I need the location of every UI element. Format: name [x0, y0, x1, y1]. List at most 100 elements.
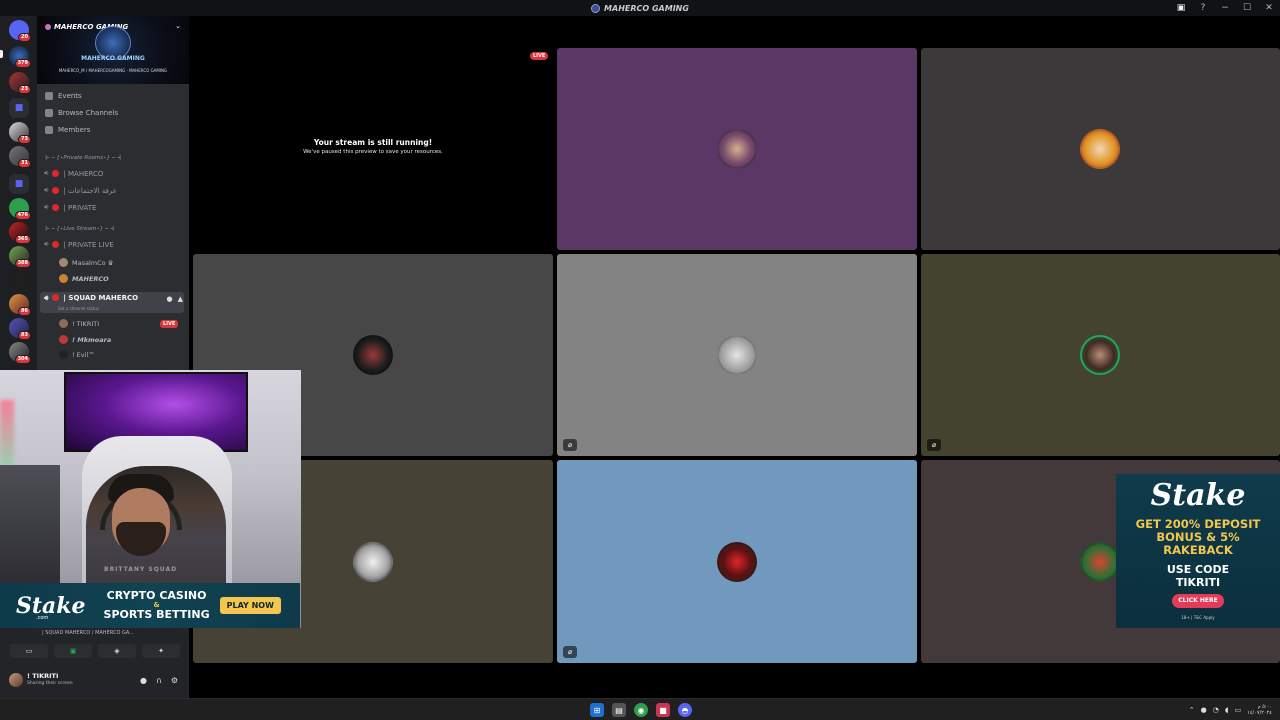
stake-promo-ad[interactable]: Stake GET 200% DEPOSIT BONUS & 5% RAKEBA…: [1116, 474, 1280, 628]
server-icon[interactable]: 365: [9, 222, 31, 244]
server-icon[interactable]: [9, 270, 29, 290]
ad-tagline: CRYPTO CASINO & SPORTS BETTING: [104, 590, 210, 621]
shirt-print: BRITTANY SQUAD: [104, 566, 178, 573]
offer-line-3: RAKEBACK: [1163, 543, 1233, 557]
title-bar: MAHERCO GAMING ▣ ? − ☐ ✕: [0, 0, 1280, 16]
chevron-up-icon[interactable]: ⌃: [1189, 706, 1195, 714]
microphone-icon[interactable]: ●: [140, 676, 147, 685]
server-icon[interactable]: 31: [9, 146, 31, 168]
participant-avatar: [717, 542, 757, 582]
chrome-icon[interactable]: ◉: [634, 703, 648, 717]
member-mkmoara[interactable]: ! Mkmoara: [59, 335, 111, 344]
participant-avatar: [353, 542, 393, 582]
server-icon[interactable]: 476: [9, 198, 31, 220]
channel-status[interactable]: Set a channel status: [58, 306, 99, 311]
rail-badge: 20: [18, 33, 31, 42]
soundboard-button[interactable]: ✦: [142, 644, 180, 658]
red-dot-icon: [52, 241, 60, 248]
category-live-stream[interactable]: ⊱ ─ {⋆Live Stream⋆} ─ ⊰: [45, 226, 115, 232]
participant-tile[interactable]: ⌀: [921, 254, 1280, 456]
server-icon[interactable]: 23: [9, 72, 31, 94]
user-avatar[interactable]: [9, 673, 23, 687]
rail-badge: 83: [18, 331, 31, 340]
minimize-button[interactable]: −: [1214, 0, 1236, 16]
server-icon[interactable]: 73: [9, 122, 31, 144]
voice-channel-private[interactable]: 🔊︎ | PRIVATE: [44, 203, 96, 212]
rail-badge: 388: [14, 259, 31, 268]
network-icon[interactable]: ◔: [1213, 706, 1219, 714]
settings-gear-icon[interactable]: ⚙: [171, 676, 178, 685]
participant-tile[interactable]: ⌀: [557, 254, 917, 456]
shelf: [0, 465, 60, 595]
folder-icon[interactable]: ■: [9, 98, 29, 118]
channel-label: | غرفة الاجتماعات: [63, 186, 117, 195]
mic-icon[interactable]: ●: [1201, 706, 1207, 714]
add-member-icon[interactable]: ▲: [178, 295, 183, 303]
user-info[interactable]: ! TIKRITI Sharing their screen: [27, 673, 73, 687]
inbox-icon[interactable]: ▣: [1170, 0, 1192, 16]
server-icon[interactable]: 83: [9, 318, 31, 340]
file-explorer-icon[interactable]: ▤: [612, 703, 626, 717]
avatar: [59, 258, 68, 267]
participant-avatar: [717, 335, 757, 375]
channel-actions: ● ▲: [167, 295, 184, 303]
participant-tile[interactable]: ⌀: [557, 460, 917, 663]
direct-messages-icon[interactable]: 20: [9, 20, 31, 42]
clock[interactable]: ٥:٠٠ م ١٤/٠٧/٢٠٢٤: [1247, 704, 1272, 716]
avatar: [59, 335, 68, 344]
member-evil[interactable]: ! Evil™: [59, 350, 95, 359]
rail-badge: 73: [18, 135, 31, 144]
rail-badge: 365: [14, 235, 31, 244]
camera-button[interactable]: ▭: [10, 644, 48, 658]
category-private-rooms[interactable]: ⊱ ─ {⋆Private Rooms⋆} ─ ⊰: [45, 155, 122, 161]
streaming-app-icon[interactable]: ■: [656, 703, 670, 717]
red-dot-icon: [52, 294, 60, 301]
chat-icon[interactable]: ●: [167, 295, 173, 303]
voice-connection-panel: | SQUAD MAHERCO / MAHERCO GA... ▭ ▣ ◈ ✦ …: [0, 628, 189, 698]
member-maherco[interactable]: MAHERCO: [59, 274, 109, 283]
server-icon[interactable]: 304: [9, 342, 31, 364]
headphones-icon[interactable]: ∩: [156, 676, 162, 685]
help-icon[interactable]: ?: [1192, 0, 1214, 16]
channel-sidebar: MAHERCO GAMING ⌄ MAHERCO GAMING MAHERCO_…: [37, 16, 189, 372]
voice-channel-maherco[interactable]: 🔊︎ | MAHERCO: [44, 169, 103, 178]
maximize-button[interactable]: ☐: [1236, 0, 1258, 16]
server-icon[interactable]: 86: [9, 294, 31, 316]
server-rail: 20 379 23 ■ 73 31 ■ 476 365 388 86 83 30…: [0, 16, 37, 376]
voice-channel-link[interactable]: | SQUAD MAHERCO / MAHERCO GA...: [42, 630, 134, 636]
members-link[interactable]: Members: [45, 126, 90, 134]
member-name: ! Evil™: [72, 350, 95, 359]
muted-mic-icon: ⌀: [927, 439, 941, 451]
volume-icon[interactable]: ◖: [1225, 706, 1229, 714]
play-now-button[interactable]: PLAY NOW: [219, 597, 281, 614]
muted-mic-icon: ⌀: [563, 439, 577, 451]
folder-icon[interactable]: ■: [9, 174, 29, 194]
red-dot-icon: [52, 170, 60, 177]
member-tikriti[interactable]: ! TIKRITI: [59, 319, 99, 328]
participant-tile[interactable]: [557, 48, 917, 250]
code-value: TIKRITI: [1175, 576, 1221, 589]
avatar: [59, 274, 68, 283]
chevron-down-icon[interactable]: ⌄: [175, 22, 181, 30]
click-here-button[interactable]: CLICK HERE: [1172, 594, 1224, 608]
participant-avatar: [717, 129, 757, 169]
server-icon-maherco[interactable]: 379: [9, 46, 31, 68]
discord-icon[interactable]: ◓: [678, 703, 692, 717]
participant-avatar: [1080, 129, 1120, 169]
promo-code: USE CODE TIKRITI: [1116, 563, 1280, 589]
start-icon[interactable]: ⊞: [590, 703, 604, 717]
activities-button[interactable]: ◈: [98, 644, 136, 658]
display-icon[interactable]: ▭: [1235, 706, 1242, 714]
member-masalmco[interactable]: MasalmCo ♛: [59, 258, 114, 267]
window-title: MAHERCO GAMING: [591, 3, 689, 13]
voice-channel-private-live[interactable]: 🔊︎ | PRIVATE LIVE: [44, 240, 114, 249]
close-button[interactable]: ✕: [1258, 0, 1280, 16]
screen-share-button[interactable]: ▣: [54, 644, 92, 658]
browse-channels-link[interactable]: Browse Channels: [45, 109, 118, 117]
server-icon[interactable]: 388: [9, 246, 31, 268]
events-link[interactable]: Events: [45, 92, 82, 100]
voice-channel-meetings[interactable]: 🔊︎ | غرفة الاجتماعات: [44, 186, 116, 195]
server-banner[interactable]: MAHERCO GAMING ⌄ MAHERCO GAMING MAHERCO_…: [37, 16, 189, 84]
participant-tile[interactable]: [921, 48, 1280, 250]
stake-banner-ad[interactable]: Stake .com CRYPTO CASINO & SPORTS BETTIN…: [0, 583, 300, 628]
